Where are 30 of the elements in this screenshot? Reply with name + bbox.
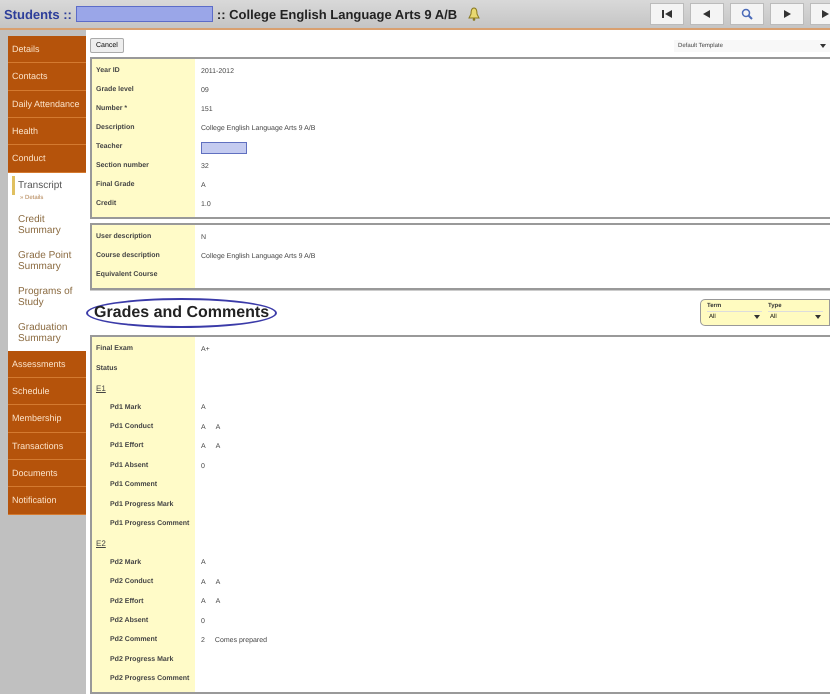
first-button[interactable] [650, 3, 684, 25]
sidebar-tab[interactable]: Membership [8, 405, 86, 433]
sidebar-tab[interactable]: Details [8, 36, 86, 64]
sidebar-tab[interactable]: Schedule [8, 378, 86, 406]
next-button[interactable] [770, 3, 804, 25]
prev-button[interactable] [690, 3, 724, 25]
caret-icon [820, 44, 826, 48]
bell-icon[interactable] [467, 7, 482, 21]
sidebar-tab[interactable]: Contacts [8, 63, 86, 91]
section-heading: Grades and Comments [86, 298, 278, 328]
first-record-icon [661, 9, 673, 19]
search-button[interactable] [730, 3, 764, 25]
breadcrumb-link[interactable]: Students :: [4, 6, 72, 22]
course-title: :: College English Language Arts 9 A/B [216, 6, 458, 22]
triangle-left-icon [702, 9, 712, 19]
search-icon [741, 8, 753, 20]
sidebar-tab[interactable]: Documents [8, 460, 86, 488]
caret-icon [815, 315, 821, 320]
group-label: E1 [95, 384, 107, 394]
last-record-icon [821, 9, 830, 19]
sidebar-tab[interactable]: Health [8, 118, 86, 146]
sidebar-tab[interactable]: Transactions [8, 432, 86, 460]
sidebar-tab[interactable]: Notification [8, 487, 86, 515]
caret-icon [754, 315, 760, 320]
sidebar-tab[interactable]: Conduct [8, 145, 86, 173]
triangle-right-icon [782, 9, 792, 19]
sidebar-tab[interactable]: Daily Attendance [8, 90, 86, 118]
group-label: E2 [95, 538, 107, 548]
sidebar-tab[interactable]: Assessments [8, 350, 86, 378]
redacted-link[interactable] [201, 142, 247, 154]
